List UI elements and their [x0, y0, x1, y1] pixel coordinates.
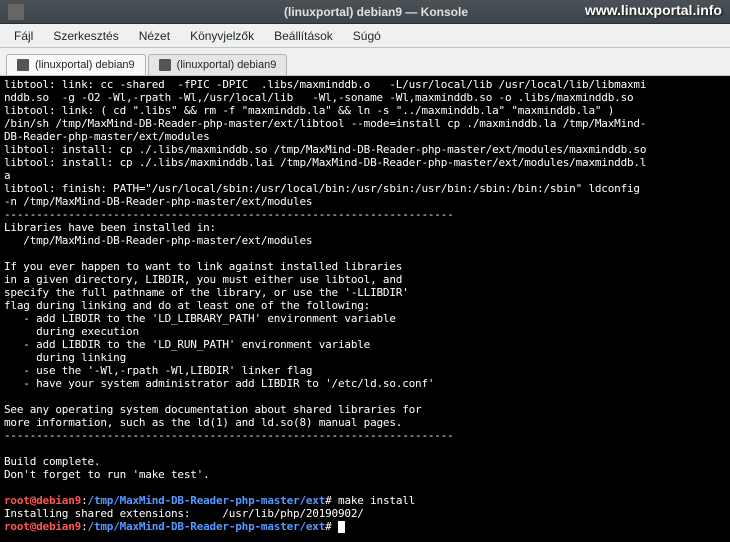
tab-session-1[interactable]: (linuxportal) debian9: [6, 54, 146, 75]
terminal-output[interactable]: libtool: link: cc -shared -fPIC -DPIC .l…: [0, 76, 730, 542]
tab-label: (linuxportal) debian9: [177, 59, 277, 71]
tab-label: (linuxportal) debian9: [35, 59, 135, 71]
terminal-icon: [17, 59, 29, 71]
prompt-user: root@debian9: [4, 494, 81, 507]
menu-bar: Fájl Szerkesztés Nézet Könyvjelzők Beáll…: [0, 24, 730, 48]
prompt-path: /tmp/MaxMind-DB-Reader-php-master/ext: [88, 494, 326, 507]
prompt-command: make install: [332, 494, 416, 507]
menu-settings[interactable]: Beállítások: [264, 26, 343, 46]
menu-help[interactable]: Súgó: [343, 26, 391, 46]
tab-session-2[interactable]: (linuxportal) debian9: [148, 54, 288, 75]
menu-edit[interactable]: Szerkesztés: [43, 26, 128, 46]
prompt-user: root@debian9: [4, 520, 81, 533]
app-icon: [8, 4, 24, 20]
prompt-path: /tmp/MaxMind-DB-Reader-php-master/ext: [88, 520, 326, 533]
menu-bookmarks[interactable]: Könyvjelzők: [180, 26, 264, 46]
watermark-text: www.linuxportal.info: [585, 2, 722, 18]
menu-file[interactable]: Fájl: [4, 26, 43, 46]
tab-bar: (linuxportal) debian9 (linuxportal) debi…: [0, 48, 730, 76]
cursor: [338, 521, 345, 533]
terminal-icon: [159, 59, 171, 71]
menu-view[interactable]: Nézet: [129, 26, 180, 46]
